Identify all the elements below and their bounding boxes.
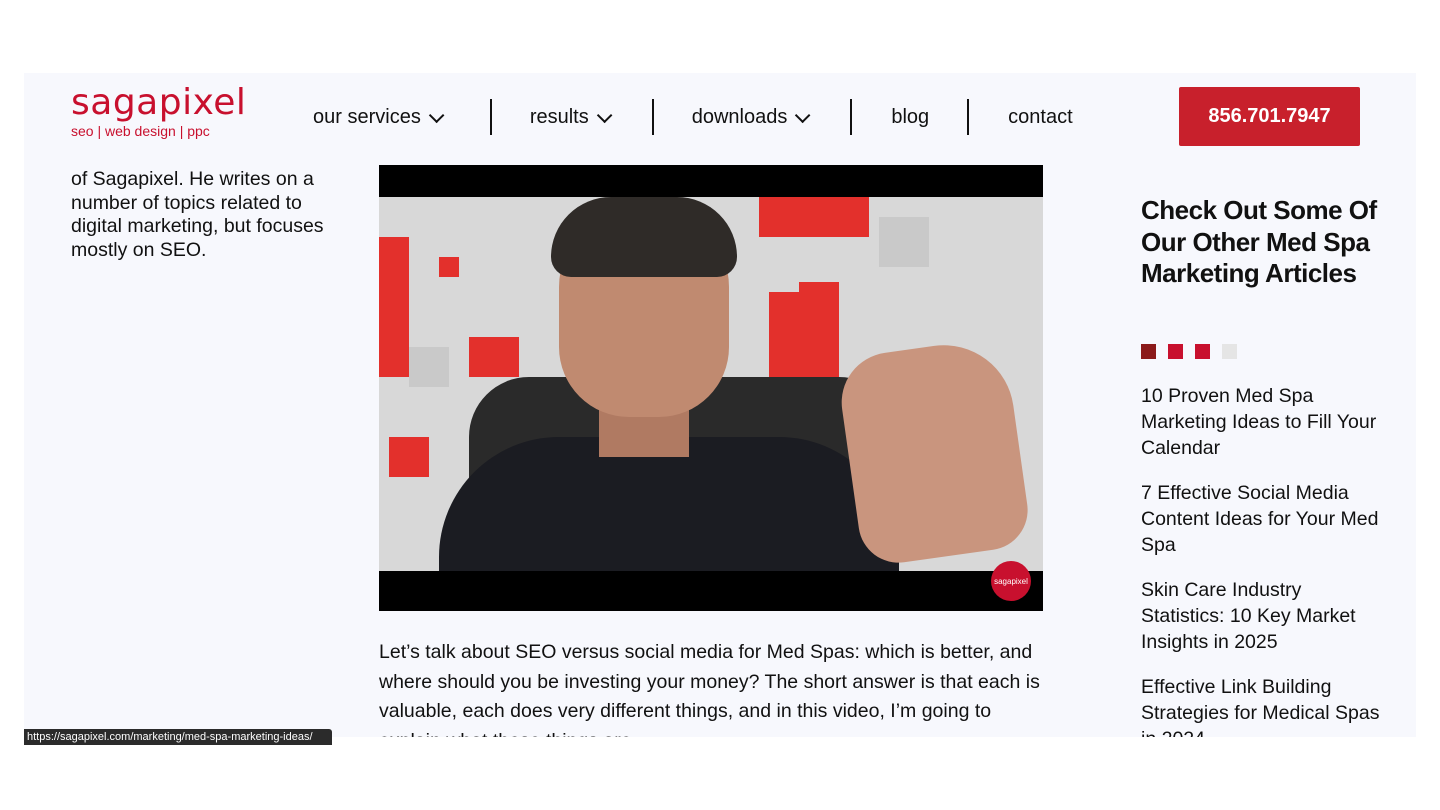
nav-blog[interactable]: blog [852, 106, 967, 129]
article-intro: Let’s talk about SEO versus social media… [379, 641, 1040, 737]
nav-our-services[interactable]: our services [313, 106, 490, 129]
chevron-down-icon [428, 107, 445, 123]
site-logo[interactable]: sagapixel seo | web design | ppc [71, 82, 247, 140]
background-shape [469, 337, 519, 377]
chevron-down-icon [795, 107, 811, 123]
background-shape [389, 437, 429, 477]
background-shape [379, 237, 409, 377]
phone-button[interactable]: 856.701.7947 [1179, 87, 1360, 146]
nav-results[interactable]: results [492, 106, 652, 129]
background-shape [759, 197, 869, 237]
person-body [439, 437, 899, 571]
nav-downloads-label: downloads [691, 105, 788, 128]
browser-status-url: https://sagapixel.com/marketing/med-spa-… [24, 729, 332, 745]
chevron-down-icon [596, 107, 613, 123]
main-nav: our services results downloads blog cont… [313, 99, 1073, 135]
nav-blog-label: blog [891, 105, 930, 128]
background-shape [409, 347, 449, 387]
background-shape [879, 217, 929, 267]
sidebar-article-link[interactable]: 7 Effective Social Media Content Ideas f… [1141, 480, 1381, 558]
nav-downloads[interactable]: downloads [654, 106, 851, 129]
person-hair [551, 197, 737, 277]
sidebar-article-list: 10 Proven Med Spa Marketing Ideas to Fil… [1141, 383, 1381, 737]
background-shape [439, 257, 459, 277]
nav-results-label: results [529, 105, 589, 128]
browser-viewport: sagapixel seo | web design | ppc our ser… [24, 73, 1416, 737]
sidebar-article-link[interactable]: Skin Care Industry Statistics: 10 Key Ma… [1141, 577, 1381, 655]
sidebar-title: Check Out Some Of Our Other Med Spa Mark… [1141, 195, 1377, 288]
nav-contact[interactable]: contact [969, 106, 1072, 129]
logo-wordmark: sagapixel [71, 82, 247, 123]
video-frame [379, 197, 1043, 571]
author-bio: of Sagapixel. He writes on a number of t… [71, 168, 324, 261]
sidebar-article-link[interactable]: 10 Proven Med Spa Marketing Ideas to Fil… [1141, 383, 1381, 461]
sidebar-dots [1141, 344, 1237, 359]
sidebar-article-link[interactable]: Effective Link Building Strategies for M… [1141, 674, 1381, 737]
nav-contact-label: contact [1008, 105, 1073, 128]
video-watermark: sagapixel [991, 561, 1031, 601]
decor-dot [1222, 344, 1237, 359]
video-player[interactable]: sagapixel [379, 165, 1043, 611]
decor-dot [1195, 344, 1210, 359]
nav-our-services-label: our services [313, 105, 421, 128]
logo-tagline: seo | web design | ppc [71, 123, 210, 139]
decor-dot [1168, 344, 1183, 359]
person-hand [835, 336, 1033, 568]
decor-dot [1141, 344, 1156, 359]
